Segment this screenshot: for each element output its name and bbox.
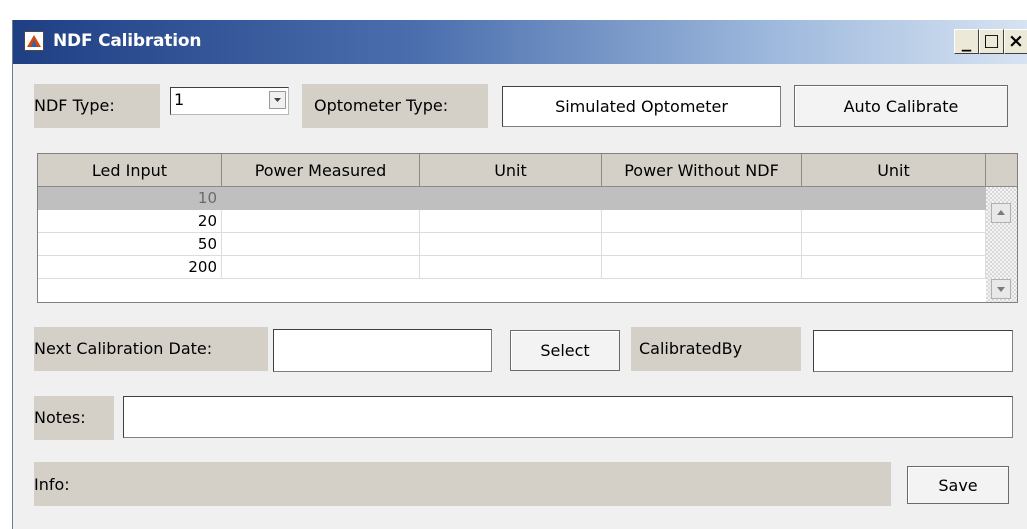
ndf-calibration-window: NDF Calibration _ □ × NDF Type: 1 Optome… [12,20,1027,529]
column-header-power-measured[interactable]: Power Measured [222,154,420,187]
table-row[interactable]: 10 [38,187,986,210]
column-header-unit[interactable]: Unit [420,154,602,187]
cell-unit[interactable] [420,233,602,256]
calibration-table[interactable]: Led Input Power Measured Unit Power With… [37,153,1018,303]
table-row[interactable]: 200 [38,256,986,279]
maximize-icon: □ [983,31,1000,51]
cell-power-measured[interactable] [222,210,420,233]
cell-led-input[interactable]: 200 [38,256,222,279]
window-title: NDF Calibration [53,31,202,51]
cell-power-without-ndf[interactable] [602,256,802,279]
column-header-unit-2[interactable]: Unit [802,154,986,187]
cell-led-input[interactable]: 10 [38,187,222,210]
close-icon: × [1008,30,1024,52]
cell-unit-2[interactable] [802,256,986,279]
cell-unit[interactable] [420,187,602,210]
cell-power-without-ndf[interactable] [602,233,802,256]
optometer-type-label: Optometer Type: [302,84,488,128]
table-row[interactable]: 20 [38,210,986,233]
cell-power-without-ndf[interactable] [602,187,802,210]
ndf-type-label: NDF Type: [34,84,160,128]
optometer-type-field[interactable]: Simulated Optometer [502,86,781,127]
close-button[interactable]: × [1004,29,1027,54]
info-label: Info: [34,462,891,506]
cell-unit-2[interactable] [802,210,986,233]
header-corner [986,154,1017,187]
auto-calibrate-button[interactable]: Auto Calibrate [794,85,1008,127]
cell-power-without-ndf[interactable] [602,210,802,233]
column-header-led-input[interactable]: Led Input [38,154,222,187]
minimize-icon: _ [961,30,972,52]
cell-unit-2[interactable] [802,187,986,210]
column-header-power-without-ndf[interactable]: Power Without NDF [602,154,802,187]
calibrated-by-field[interactable] [813,330,1013,372]
title-bar[interactable]: NDF Calibration _ □ × [13,20,1027,64]
cell-unit-2[interactable] [802,233,986,256]
cell-unit[interactable] [420,210,602,233]
next-calibration-date-label: Next Calibration Date: [34,327,268,371]
matlab-icon [24,31,44,51]
table-scrollbar[interactable] [986,187,1017,302]
arrow-down-icon [997,287,1005,292]
cell-unit[interactable] [420,256,602,279]
scroll-up-button[interactable] [991,203,1011,223]
chevron-down-icon[interactable] [269,91,286,109]
ndf-type-dropdown[interactable]: 1 [170,87,289,115]
scroll-down-button[interactable] [991,279,1011,299]
cell-led-input[interactable]: 20 [38,210,222,233]
notes-field[interactable] [123,396,1013,438]
arrow-up-icon [997,210,1005,215]
save-button[interactable]: Save [907,466,1009,504]
cell-power-measured[interactable] [222,187,420,210]
ndf-type-value: 1 [174,90,185,109]
table-row[interactable]: 50 [38,233,986,256]
calibrated-by-label: CalibratedBy [631,327,801,371]
maximize-button[interactable]: □ [979,29,1004,54]
notes-label: Notes: [34,396,114,440]
select-date-button[interactable]: Select [510,330,620,371]
minimize-button[interactable]: _ [954,29,979,54]
cell-power-measured[interactable] [222,233,420,256]
next-calibration-date-field[interactable] [273,329,492,372]
cell-power-measured[interactable] [222,256,420,279]
cell-led-input[interactable]: 50 [38,233,222,256]
